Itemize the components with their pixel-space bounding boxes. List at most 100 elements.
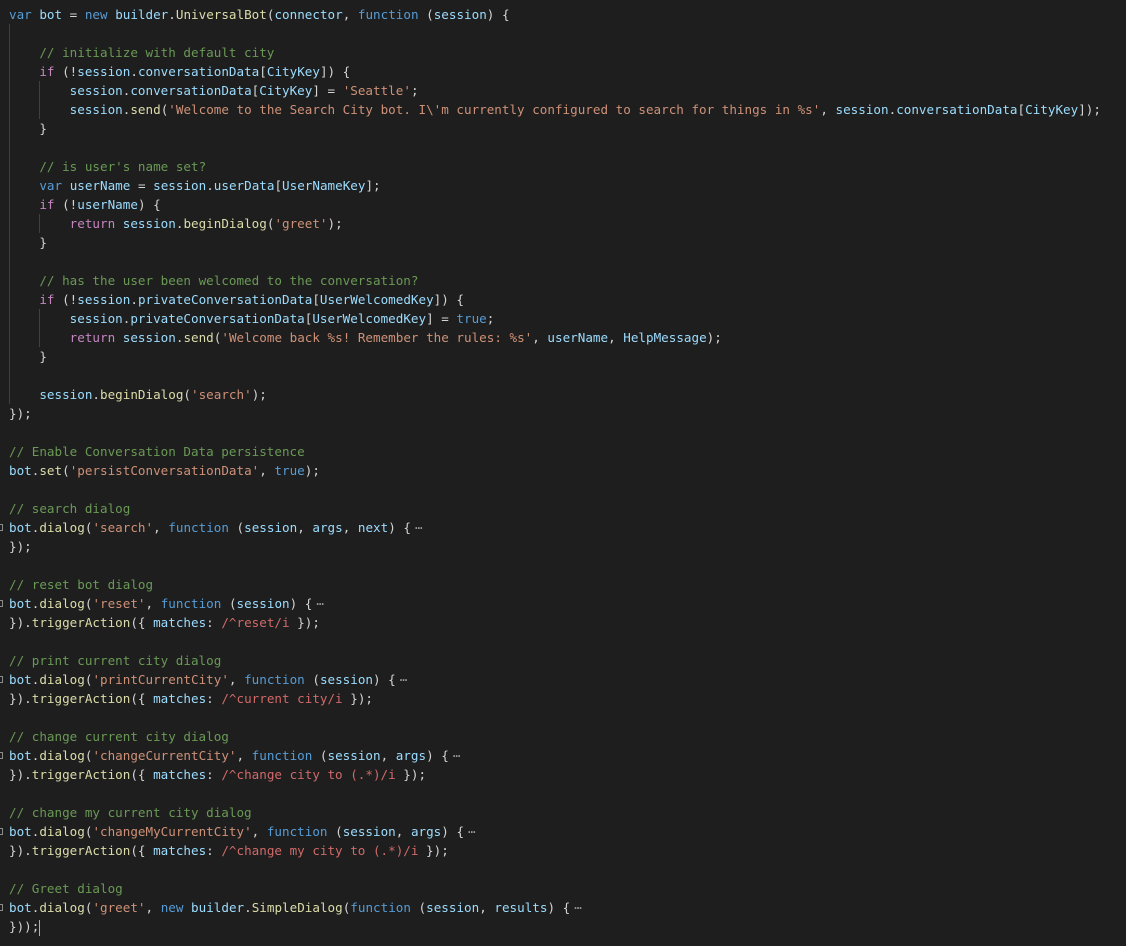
code-line[interactable]: } (9, 233, 47, 252)
code-line[interactable]: }); (9, 537, 32, 556)
code-line[interactable]: session.send('Welcome to the Search City… (9, 100, 1101, 119)
punctuation-token: , (395, 824, 411, 839)
code-line[interactable]: bot.dialog('changeCurrentCity', function… (9, 746, 460, 765)
code-line[interactable]: var bot = new builder.UniversalBot (conne… (9, 5, 510, 24)
string-token: 'search' (191, 387, 252, 402)
control-keyword-token: if (39, 64, 55, 79)
fold-toggle-icon[interactable] (0, 524, 3, 531)
folded-region-ellipsis[interactable]: ⋯ (574, 900, 582, 915)
code-line[interactable]: } (9, 119, 47, 138)
punctuation-token: ( (221, 596, 237, 611)
function-token: dialog (39, 672, 85, 687)
code-line[interactable]: // Enable Conversation Data persistence (9, 442, 305, 461)
identifier-token: session (327, 748, 381, 763)
punctuation-token: : (206, 843, 222, 858)
folded-region-ellipsis[interactable]: ⋯ (316, 596, 324, 611)
punctuation-token: ); (251, 387, 267, 402)
punctuation-token: }). (9, 767, 32, 782)
punctuation-token: : (206, 691, 222, 706)
code-line[interactable]: return session.send('Welcome back %s! Re… (9, 328, 722, 347)
identifier-token: builder (191, 900, 245, 915)
regex-token: /^change my city to (.*)/i (221, 843, 419, 858)
identifier-token: UserWelcomedKey (319, 292, 434, 307)
punctuation-token (9, 45, 39, 60)
punctuation-token: ); (304, 463, 320, 478)
code-line[interactable]: // change current city dialog (9, 727, 229, 746)
punctuation-token: , (228, 672, 245, 687)
code-line[interactable]: // search dialog (9, 499, 130, 518)
code-line[interactable]: if (!session.privateConversationData[Use… (9, 290, 464, 309)
punctuation-token: [ (259, 64, 267, 79)
fold-toggle-icon[interactable] (0, 828, 3, 835)
regex-token: /^reset/i (221, 615, 290, 630)
code-line[interactable]: bot.dialog('changeMyCurrentCity', functi… (9, 822, 476, 841)
code-line[interactable]: })); (9, 917, 41, 936)
identifier-token: conversationData (137, 64, 260, 79)
identifier-token: args (395, 748, 427, 763)
identifier-token: userName (69, 178, 131, 193)
punctuation-token: ({ (130, 691, 154, 706)
fold-toggle-icon[interactable] (0, 600, 3, 607)
identifier-token: session (319, 672, 374, 687)
code-line[interactable]: }).triggerAction({ matches: /^change cit… (9, 765, 426, 784)
keyword-token: new (84, 7, 108, 22)
identifier-token: session (426, 900, 480, 915)
code-line[interactable]: bot.dialog('search', function (session, … (9, 518, 423, 537)
folded-region-ellipsis[interactable]: ⋯ (453, 748, 461, 763)
fold-toggle-icon[interactable] (0, 904, 3, 911)
punctuation-token: ( (62, 463, 70, 478)
code-line[interactable]: // is user's name set? (9, 157, 206, 176)
code-line[interactable]: // reset bot dialog (9, 575, 153, 594)
comment-token: // initialize with default city (39, 45, 275, 60)
identifier-token: CityKey (266, 64, 320, 79)
punctuation-token: [ (274, 178, 283, 193)
punctuation-token: , (608, 330, 624, 345)
identifier-token: CityKey (1025, 102, 1079, 117)
code-line[interactable]: }); (9, 404, 32, 423)
identifier-token: session (69, 83, 123, 98)
function-token: SimpleDialog (251, 900, 343, 915)
punctuation-token: ]); (1078, 102, 1101, 117)
folded-region-ellipsis[interactable]: ⋯ (415, 520, 423, 535)
code-line[interactable]: // change my current city dialog (9, 803, 252, 822)
code-line[interactable]: if (!userName) { (9, 195, 160, 214)
code-line[interactable]: bot.set('persistConversationData', true)… (9, 461, 320, 480)
code-line[interactable]: }).triggerAction({ matches: /^current ci… (9, 689, 373, 708)
code-line[interactable]: // has the user been welcomed to the con… (9, 271, 418, 290)
punctuation-token: , (236, 748, 252, 763)
code-line[interactable]: session.conversationData[CityKey] = 'Sea… (9, 81, 419, 100)
punctuation-token: ) { (486, 7, 510, 22)
punctuation-token: (! (54, 292, 78, 307)
code-line[interactable]: if (!session.conversationData[CityKey]) … (9, 62, 350, 81)
code-line[interactable]: bot.dialog('greet', new builder.SimpleDi… (9, 898, 582, 917)
code-line[interactable]: }).triggerAction({ matches: /^reset/i })… (9, 613, 320, 632)
fold-toggle-icon[interactable] (0, 676, 3, 683)
code-line[interactable]: bot.dialog('printCurrentCity', function … (9, 670, 407, 689)
code-line[interactable]: return session.beginDialog('greet'); (9, 214, 343, 233)
code-line[interactable]: bot.dialog('reset', function (session) {… (9, 594, 324, 613)
punctuation-token (115, 330, 123, 345)
punctuation-token: ) { (441, 824, 465, 839)
code-editor[interactable]: var bot = new builder.UniversalBot(conne… (0, 0, 1126, 946)
function-token: dialog (39, 596, 85, 611)
identifier-token: next (357, 520, 389, 535)
folded-region-ellipsis[interactable]: ⋯ (400, 672, 408, 687)
code-line[interactable]: session.privateConversationData[UserWelc… (9, 309, 495, 328)
code-line[interactable]: // initialize with default city (9, 43, 274, 62)
punctuation-token: . (206, 178, 214, 193)
punctuation-token: , (532, 330, 548, 345)
code-line[interactable]: var userName = session.userData[UserName… (9, 176, 380, 195)
folded-region-ellipsis[interactable]: ⋯ (468, 824, 476, 839)
code-line[interactable]: session.beginDialog('search'); (9, 385, 267, 404)
punctuation-token (9, 311, 70, 326)
code-line[interactable]: // Greet dialog (9, 879, 123, 898)
code-line[interactable]: }).triggerAction({ matches: /^change my … (9, 841, 449, 860)
punctuation-token: , (145, 596, 161, 611)
punctuation-token: : (206, 767, 222, 782)
code-line[interactable]: } (9, 347, 47, 366)
fold-toggle-icon[interactable] (0, 752, 3, 759)
punctuation-token (9, 159, 39, 174)
code-line[interactable]: // print current city dialog (9, 651, 221, 670)
identifier-token: matches (153, 615, 207, 630)
comment-token: // print current city dialog (9, 653, 222, 668)
